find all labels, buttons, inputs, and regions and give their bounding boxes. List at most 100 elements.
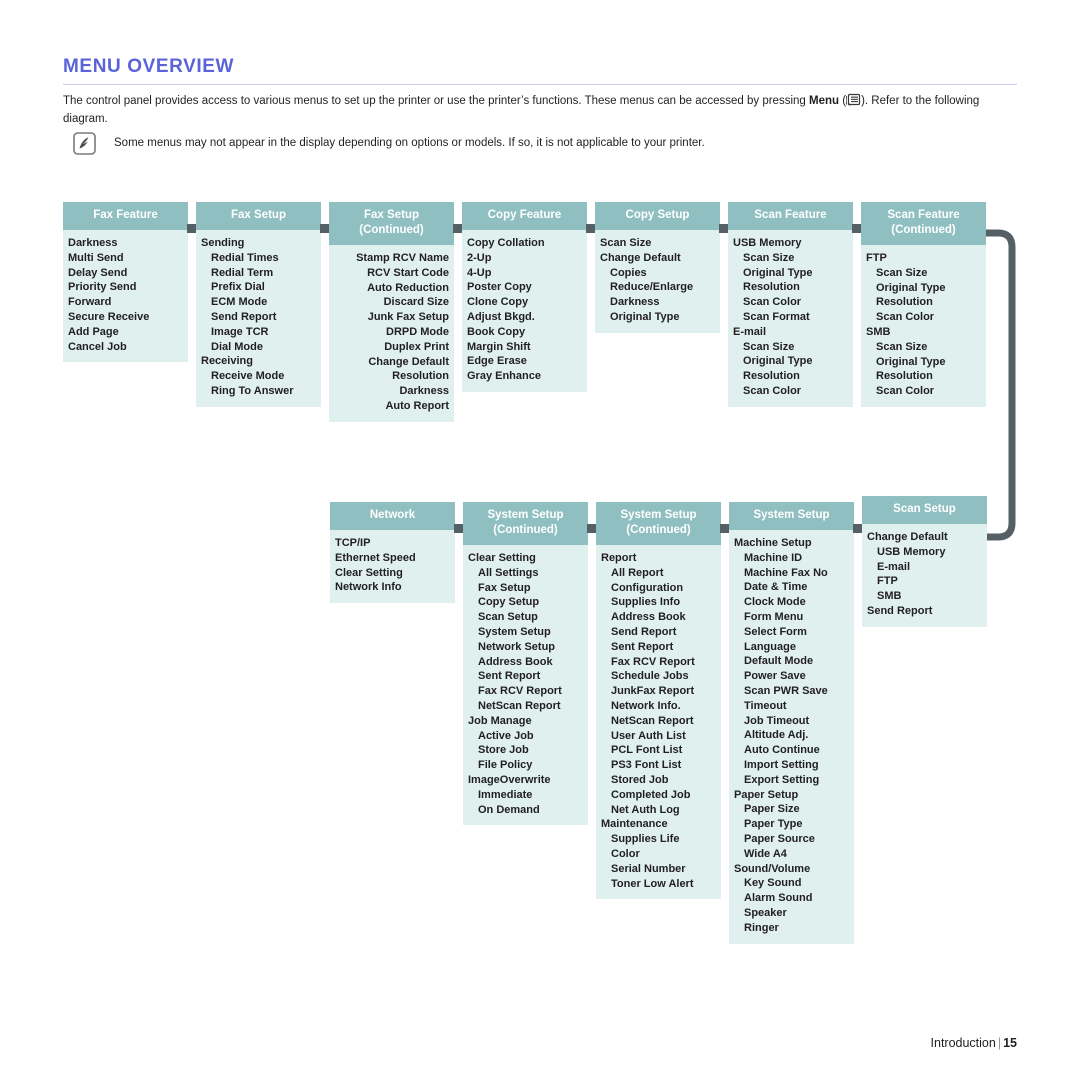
- menu-item: Scan Color: [743, 384, 802, 397]
- menu-item: Clear Setting: [468, 552, 536, 564]
- menu-column-system-setup: System Setup Machine Setup Machine ID Machi…: [729, 502, 854, 944]
- menu-item: Stored Job: [611, 773, 669, 786]
- menu-column-copy-setup: Copy Setup Scan Size Change Default Copies R…: [595, 202, 720, 333]
- menu-column-items: Machine Setup Machine ID Machine Fax No Dat…: [729, 530, 854, 944]
- menu-item: Sending: [201, 237, 245, 249]
- connector-square: [453, 224, 462, 233]
- menu-item: Resolution: [876, 296, 933, 309]
- menu-item: Key Sound: [744, 877, 802, 890]
- menu-item: User Auth List: [611, 729, 686, 742]
- menu-column-scan-feature-continued: Scan Feature (Continued) FTP Scan Size Origi…: [861, 202, 986, 407]
- menu-item: Poster Copy: [467, 281, 532, 294]
- menu-item: Ring To Answer: [211, 384, 294, 397]
- menu-column-scan-feature: Scan Feature USB Memory Scan Size Original …: [728, 202, 853, 407]
- connector-square: [720, 524, 729, 533]
- menu-item: Active Job: [478, 729, 534, 742]
- menu-item: Multi Send: [68, 251, 124, 264]
- footer-separator: |: [997, 1036, 1002, 1050]
- connector-square: [320, 224, 329, 233]
- menu-overview-diagram: Fax Feature Darkness Multi Send Delay Send P…: [0, 0, 1080, 1080]
- menu-item: Stamp RCV Name: [356, 252, 449, 264]
- menu-item: Auto Continue: [744, 744, 820, 757]
- footer-page-number: 15: [1003, 1036, 1017, 1050]
- menu-item: Scan Size: [876, 266, 928, 279]
- menu-item: Paper Setup: [734, 788, 799, 801]
- menu-item: Sent Report: [478, 670, 541, 683]
- menu-item: Timeout: [744, 699, 787, 712]
- menu-item: Clock Mode: [744, 596, 806, 609]
- menu-item: Reduce/Enlarge: [610, 281, 694, 294]
- menu-column-title: Scan Feature: [754, 209, 827, 221]
- menu-item: TCP/IP: [335, 537, 371, 549]
- menu-item: Fax RCV Report: [478, 685, 562, 698]
- menu-column-items: TCP/IP Ethernet Speed Clear Setting Network…: [330, 530, 455, 604]
- menu-column-system-setup-continued-1: System Setup (Continued) Clear Setting All …: [463, 502, 588, 826]
- menu-item: Send Report: [211, 310, 277, 323]
- menu-column-system-setup-continued-2: System Setup (Continued) Report All Report C…: [596, 502, 721, 900]
- menu-item: Wide A4: [744, 847, 787, 860]
- menu-item: ImageOverwrite: [468, 773, 551, 786]
- connector-square: [187, 224, 196, 233]
- menu-item: Add Page: [68, 325, 119, 338]
- menu-item: All Settings: [478, 566, 539, 579]
- menu-item: Completed Job: [611, 788, 691, 801]
- menu-item: Toner Low Alert: [611, 877, 694, 890]
- page-footer: Introduction | 15: [931, 1036, 1017, 1050]
- menu-item: Duplex Print: [384, 340, 449, 353]
- menu-item: Auto Report: [385, 399, 449, 412]
- menu-column-title: System Setup: [487, 509, 564, 521]
- menu-item: All Report: [611, 566, 664, 579]
- menu-item: SMB: [866, 325, 891, 338]
- menu-item: NetScan Report: [478, 699, 561, 712]
- menu-column-header: System Setup (Continued): [463, 502, 588, 545]
- menu-column-title: Fax Setup: [364, 209, 419, 221]
- menu-column-subtitle: (Continued): [626, 524, 691, 536]
- menu-item: Original Type: [876, 281, 946, 294]
- menu-column-items: FTP Scan Size Original Type Resolution Scan …: [861, 245, 986, 407]
- menu-item: Power Save: [744, 670, 806, 683]
- menu-item: USB Memory: [733, 237, 802, 249]
- menu-item: PS3 Font List: [611, 759, 682, 772]
- menu-column-items: Report All Report Configuration Supplies In…: [596, 545, 721, 900]
- menu-item: PCL Font List: [611, 744, 683, 757]
- menu-column-items: USB Memory Scan Size Original Type Resoluti…: [728, 230, 853, 407]
- menu-item: Original Type: [743, 355, 813, 368]
- menu-item: Original Type: [743, 266, 813, 279]
- menu-item: Discard Size: [383, 296, 449, 309]
- menu-item: Machine Setup: [734, 537, 812, 549]
- menu-item: File Policy: [478, 759, 533, 772]
- menu-item: Export Setting: [744, 773, 820, 786]
- menu-column-items: Stamp RCV Name RCV Start Code Auto Reducti…: [329, 245, 454, 422]
- menu-item: Resolution: [743, 370, 800, 383]
- menu-column-subtitle: (Continued): [493, 524, 558, 536]
- document-page: Menu Overview The control panel provides…: [0, 0, 1080, 1080]
- menu-item: Original Type: [610, 310, 680, 323]
- menu-item: Machine ID: [744, 551, 803, 564]
- menu-item: Scan Size: [743, 251, 795, 264]
- menu-item: Supplies Info: [611, 596, 681, 609]
- connector-square: [853, 524, 862, 533]
- menu-item: Altitude Adj.: [744, 729, 809, 742]
- menu-column-subtitle: (Continued): [359, 224, 424, 236]
- menu-item: Delay Send: [68, 266, 128, 279]
- menu-item: Schedule Jobs: [611, 670, 689, 683]
- menu-column-header: Network: [330, 502, 455, 530]
- menu-item: Send Report: [611, 625, 677, 638]
- menu-item: Scan Size: [876, 340, 928, 353]
- connector-square: [719, 224, 728, 233]
- menu-item: Auto Reduction: [367, 281, 449, 294]
- menu-item: Store Job: [478, 744, 529, 757]
- menu-item: Paper Type: [744, 818, 803, 831]
- menu-item: Gray Enhance: [467, 370, 541, 383]
- menu-item: Send Report: [867, 604, 933, 617]
- menu-item: Change Default: [368, 355, 449, 368]
- menu-item: Scan Size: [743, 340, 795, 353]
- menu-item: Edge Erase: [467, 355, 527, 368]
- menu-item: Alarm Sound: [744, 892, 813, 905]
- menu-item: Copies: [610, 266, 647, 279]
- menu-item: Receive Mode: [211, 370, 285, 383]
- menu-item: Copy Setup: [478, 596, 540, 609]
- menu-item: E-mail: [733, 325, 767, 338]
- menu-column-header: Scan Feature (Continued): [861, 202, 986, 245]
- menu-column-header: System Setup: [729, 502, 854, 530]
